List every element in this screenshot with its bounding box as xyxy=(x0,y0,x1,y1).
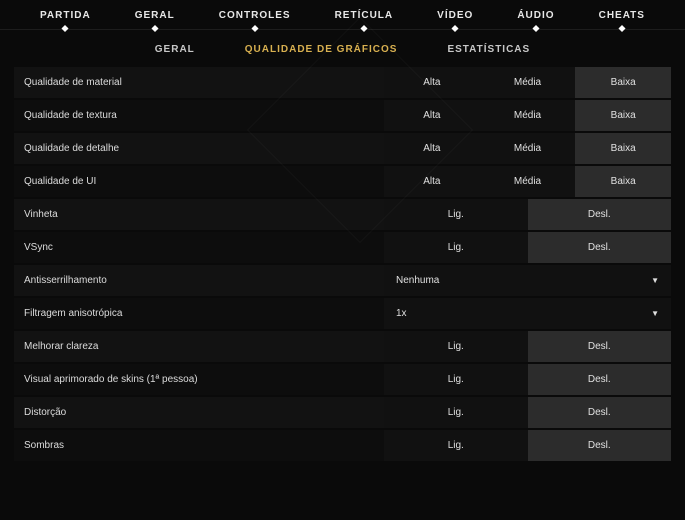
label-distortion: Distorção xyxy=(14,397,384,428)
opts-distortion: Lig.Desl. xyxy=(384,397,671,428)
opt-textura-alta[interactable]: Alta xyxy=(384,100,480,131)
subnav-qualidade[interactable]: QUALIDADE DE GRÁFICOS xyxy=(245,44,398,55)
opt-clarity-lig[interactable]: Lig. xyxy=(384,331,528,362)
label-detalhe: Qualidade de detalhe xyxy=(14,133,384,164)
label-shadows: Sombras xyxy=(14,430,384,461)
topnav-cheats[interactable]: CHEATS xyxy=(599,10,645,21)
opt-distortion-desl[interactable]: Desl. xyxy=(528,397,672,428)
opts-vsync: Lig.Desl. xyxy=(384,232,671,263)
opt-material-media[interactable]: Média xyxy=(480,67,576,98)
opt-detalhe-baixa[interactable]: Baixa xyxy=(575,133,671,164)
topnav-audio[interactable]: ÁUDIO xyxy=(517,10,554,21)
row-material: Qualidade de materialAltaMédiaBaixa xyxy=(14,67,671,100)
label-material: Qualidade de material xyxy=(14,67,384,98)
opts-skins: Lig.Desl. xyxy=(384,364,671,395)
opt-distortion-lig[interactable]: Lig. xyxy=(384,397,528,428)
row-aniso: Filtragem anisotrópica 1x ▼ xyxy=(14,298,671,331)
label-skins: Visual aprimorado de skins (1ª pessoa) xyxy=(14,364,384,395)
opts-material: AltaMédiaBaixa xyxy=(384,67,671,98)
topnav-video[interactable]: VÍDEO xyxy=(437,10,473,21)
opt-ui-alta[interactable]: Alta xyxy=(384,166,480,197)
opt-material-alta[interactable]: Alta xyxy=(384,67,480,98)
opt-shadows-desl[interactable]: Desl. xyxy=(528,430,672,461)
row-aa: Antisserrilhamento Nenhuma ▼ xyxy=(14,265,671,298)
subnav-estatisticas[interactable]: ESTATÍSTICAS xyxy=(447,44,530,55)
topnav-controles[interactable]: CONTROLES xyxy=(219,10,291,21)
opt-textura-media[interactable]: Média xyxy=(480,100,576,131)
opt-shadows-lig[interactable]: Lig. xyxy=(384,430,528,461)
label-vsync: VSync xyxy=(14,232,384,263)
label-textura: Qualidade de textura xyxy=(14,100,384,131)
dropdown-aa[interactable]: Nenhuma ▼ xyxy=(384,265,671,296)
label-aa: Antisserrilhamento xyxy=(14,265,384,296)
opt-clarity-desl[interactable]: Desl. xyxy=(528,331,672,362)
opts-vinheta: Lig.Desl. xyxy=(384,199,671,230)
row-vinheta: VinhetaLig.Desl. xyxy=(14,199,671,232)
opt-vinheta-desl[interactable]: Desl. xyxy=(528,199,672,230)
row-shadows: SombrasLig.Desl. xyxy=(14,430,671,463)
opt-detalhe-media[interactable]: Média xyxy=(480,133,576,164)
dropdown-value-aa: Nenhuma xyxy=(396,275,439,286)
opt-ui-baixa[interactable]: Baixa xyxy=(575,166,671,197)
opts-detalhe: AltaMédiaBaixa xyxy=(384,133,671,164)
row-vsync: VSyncLig.Desl. xyxy=(14,232,671,265)
opt-vsync-lig[interactable]: Lig. xyxy=(384,232,528,263)
opt-ui-media[interactable]: Média xyxy=(480,166,576,197)
opt-skins-lig[interactable]: Lig. xyxy=(384,364,528,395)
row-textura: Qualidade de texturaAltaMédiaBaixa xyxy=(14,100,671,133)
top-nav: PARTIDA GERAL CONTROLES RETÍCULA VÍDEO ÁUDIO C… xyxy=(0,0,685,30)
row-distortion: DistorçãoLig.Desl. xyxy=(14,397,671,430)
chevron-down-icon: ▼ xyxy=(651,309,659,318)
opts-clarity: Lig.Desl. xyxy=(384,331,671,362)
opts-shadows: Lig.Desl. xyxy=(384,430,671,461)
opt-vinheta-lig[interactable]: Lig. xyxy=(384,199,528,230)
topnav-partida[interactable]: PARTIDA xyxy=(40,10,91,21)
label-ui: Qualidade de UI xyxy=(14,166,384,197)
opts-textura: AltaMédiaBaixa xyxy=(384,100,671,131)
opts-ui: AltaMédiaBaixa xyxy=(384,166,671,197)
opt-detalhe-alta[interactable]: Alta xyxy=(384,133,480,164)
opt-vsync-desl[interactable]: Desl. xyxy=(528,232,672,263)
row-ui: Qualidade de UIAltaMédiaBaixa xyxy=(14,166,671,199)
topnav-geral[interactable]: GERAL xyxy=(135,10,175,21)
row-detalhe: Qualidade de detalheAltaMédiaBaixa xyxy=(14,133,671,166)
opt-textura-baixa[interactable]: Baixa xyxy=(575,100,671,131)
topnav-reticula[interactable]: RETÍCULA xyxy=(335,10,394,21)
dropdown-value-aniso: 1x xyxy=(396,308,407,319)
row-skins: Visual aprimorado de skins (1ª pessoa)Li… xyxy=(14,364,671,397)
settings-rows: Qualidade de materialAltaMédiaBaixaQuali… xyxy=(0,67,685,463)
dropdown-aniso[interactable]: 1x ▼ xyxy=(384,298,671,329)
row-clarity: Melhorar clarezaLig.Desl. xyxy=(14,331,671,364)
label-aniso: Filtragem anisotrópica xyxy=(14,298,384,329)
subnav-geral[interactable]: GERAL xyxy=(155,44,195,55)
sub-nav: GERAL QUALIDADE DE GRÁFICOS ESTATÍSTICAS xyxy=(0,30,685,67)
opt-material-baixa[interactable]: Baixa xyxy=(575,67,671,98)
opt-skins-desl[interactable]: Desl. xyxy=(528,364,672,395)
label-clarity: Melhorar clareza xyxy=(14,331,384,362)
label-vinheta: Vinheta xyxy=(14,199,384,230)
chevron-down-icon: ▼ xyxy=(651,276,659,285)
